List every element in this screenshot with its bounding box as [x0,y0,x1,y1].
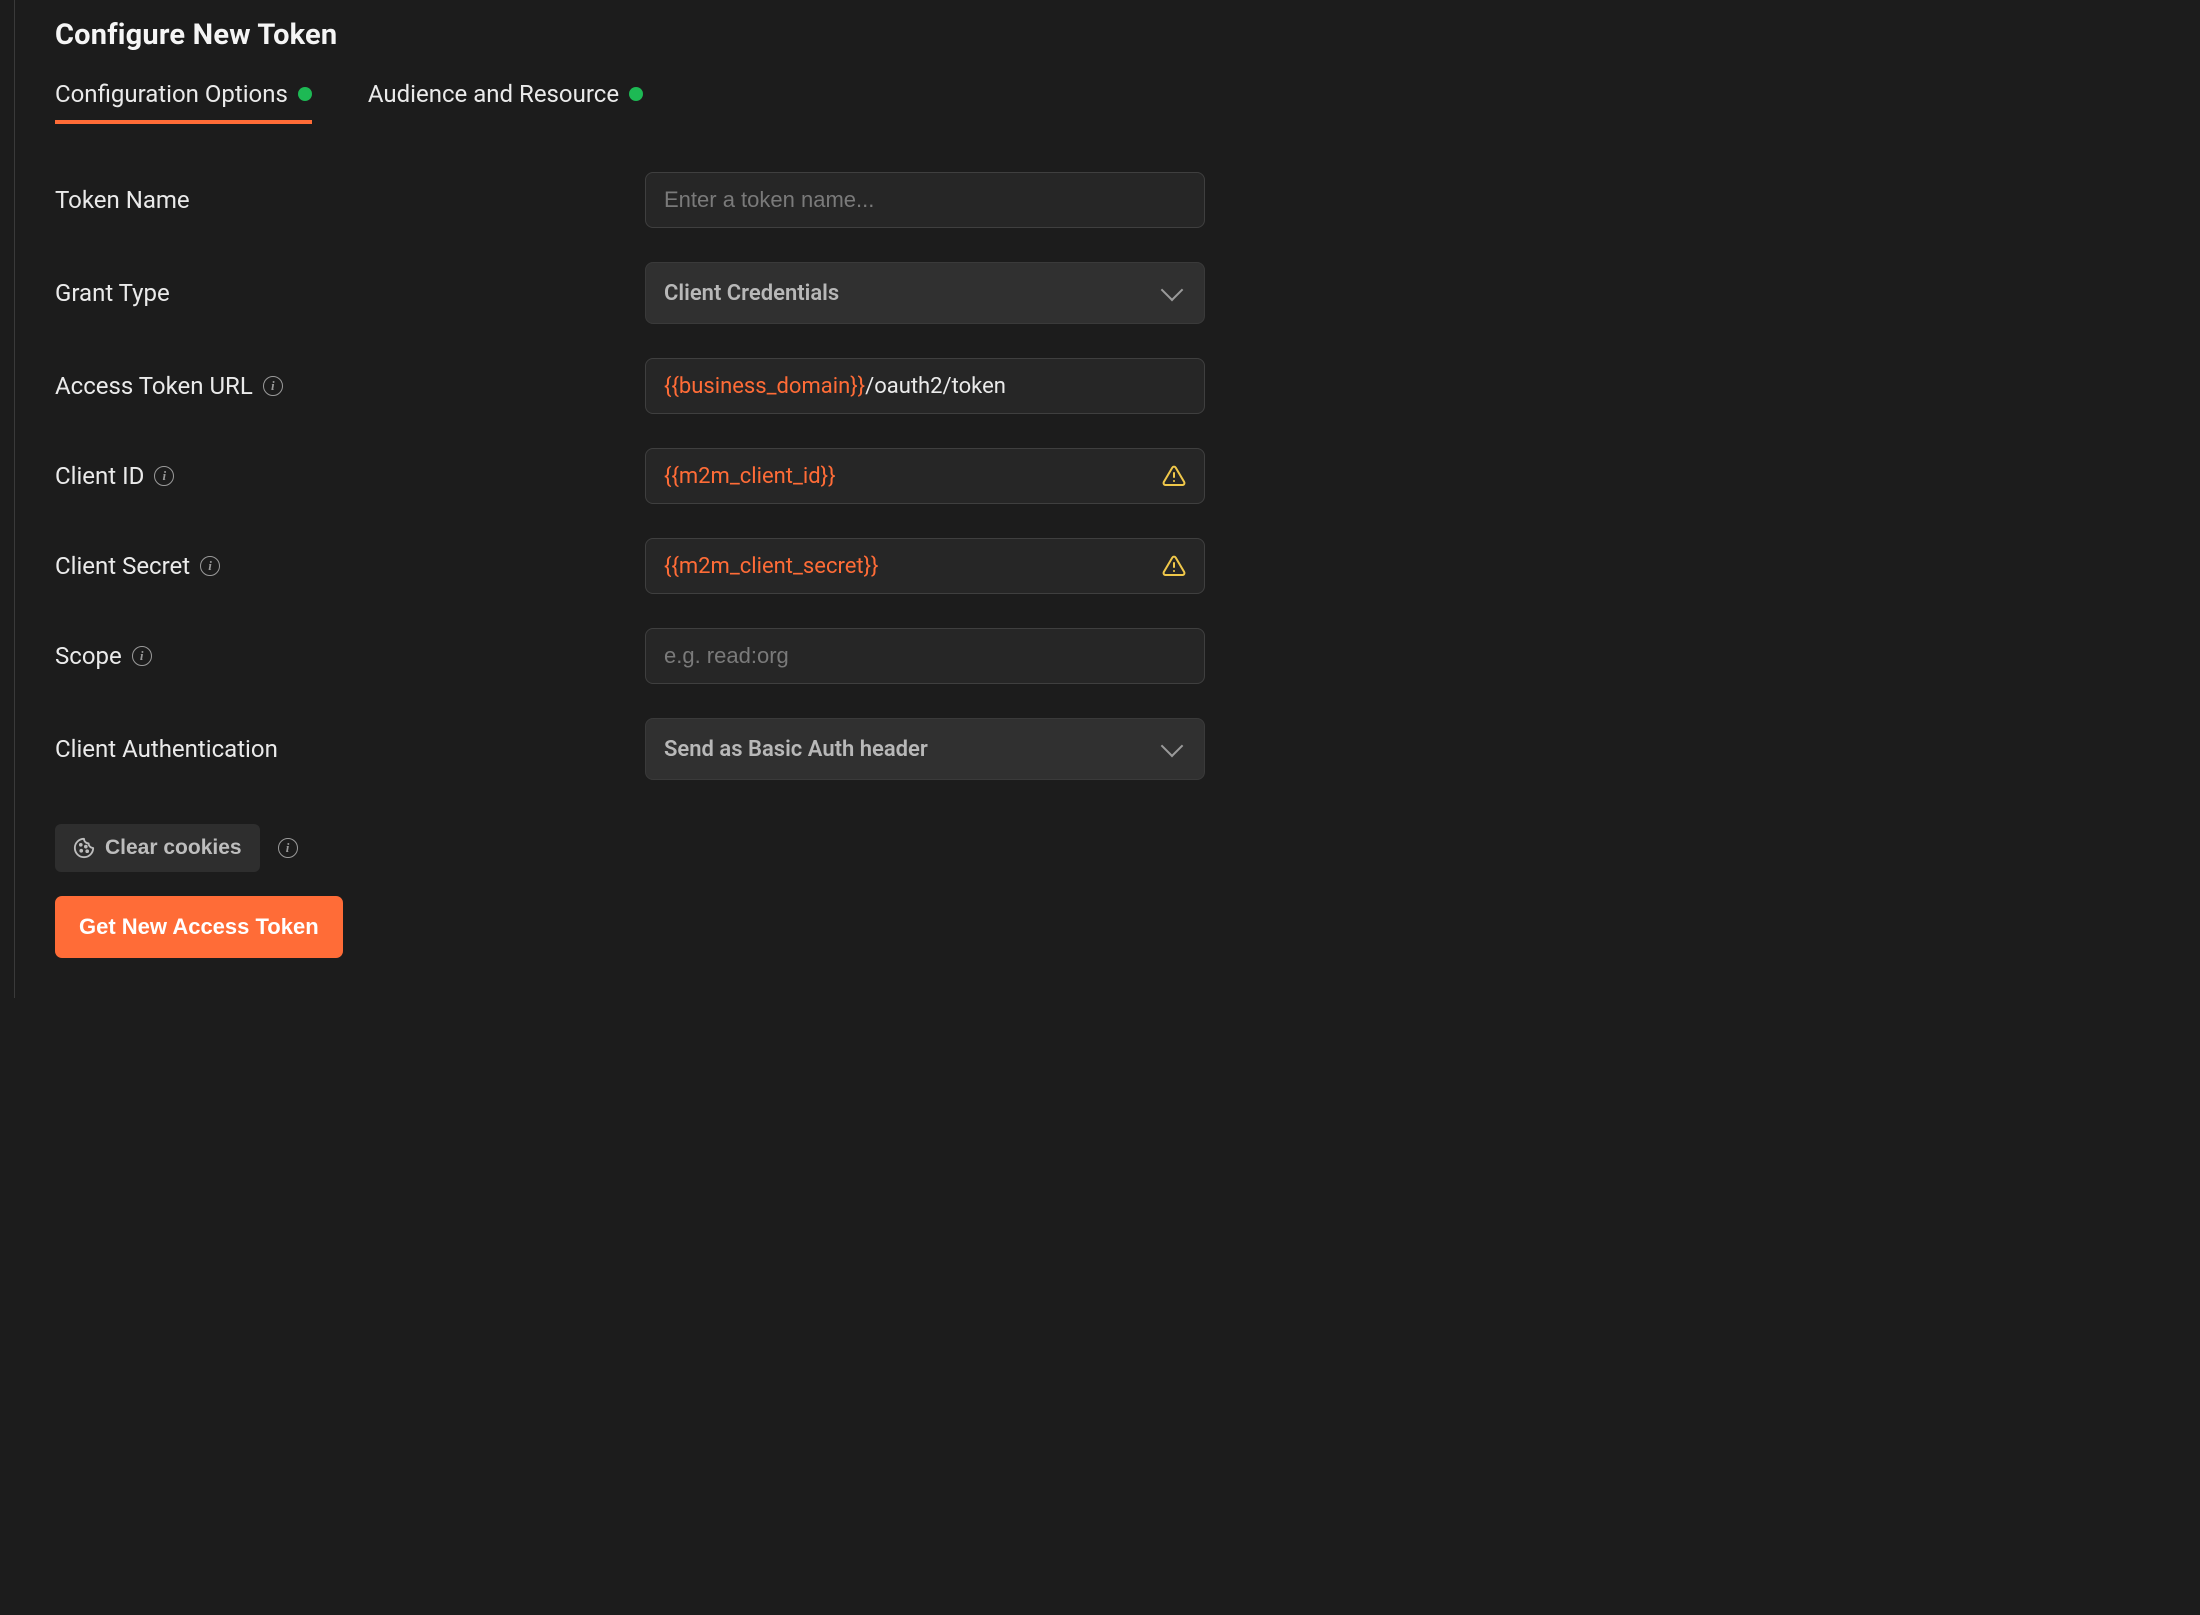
button-label: Get New Access Token [79,914,319,940]
label-text: Client Secret [55,552,190,580]
row-client-auth: Client Authentication Send as Basic Auth… [55,718,2160,780]
label-token-name: Token Name [55,186,645,214]
client-secret-input[interactable]: {{m2m_client_secret}} [645,538,1205,594]
client-auth-select[interactable]: Send as Basic Auth header [645,718,1205,780]
tab-bar: Configuration Options Audience and Resou… [55,80,2160,124]
row-client-secret: Client Secret {{m2m_client_secret}} [55,538,2160,594]
warning-icon [1162,464,1186,488]
clear-cookies-button[interactable]: Clear cookies [55,824,260,872]
tab-audience-resource[interactable]: Audience and Resource [368,80,643,124]
select-value: Send as Basic Auth header [664,737,928,762]
label-text: Grant Type [55,279,170,307]
status-dot-icon [298,87,312,101]
footer-actions: Clear cookies [55,824,2160,872]
scope-input[interactable] [645,628,1205,684]
info-icon[interactable] [154,466,174,486]
row-access-token-url: Access Token URL {{business_domain}}/oau… [55,358,2160,414]
section-title: Configure New Token [55,18,2160,52]
warning-icon [1162,554,1186,578]
label-client-auth: Client Authentication [55,735,645,763]
chevron-down-icon [1161,735,1184,758]
client-id-input[interactable]: {{m2m_client_id}} [645,448,1205,504]
access-token-url-input[interactable]: {{business_domain}}/oauth2/token [645,358,1205,414]
label-client-id: Client ID [55,462,645,490]
variable-token: {{business_domain}} [664,374,865,399]
label-text: Scope [55,642,122,670]
url-suffix: /oauth2/token [865,374,1006,399]
label-client-secret: Client Secret [55,552,645,580]
select-value: Client Credentials [664,281,839,306]
variable-token: {{m2m_client_id}} [664,464,836,489]
label-text: Token Name [55,186,190,214]
row-scope: Scope [55,628,2160,684]
tab-label: Configuration Options [55,80,288,108]
grant-type-select[interactable]: Client Credentials [645,262,1205,324]
variable-token: {{m2m_client_secret}} [664,554,878,579]
get-new-access-token-button[interactable]: Get New Access Token [55,896,343,958]
label-text: Access Token URL [55,372,253,400]
tab-label: Audience and Resource [368,80,619,108]
info-icon[interactable] [263,376,283,396]
row-grant-type: Grant Type Client Credentials [55,262,2160,324]
token-name-input[interactable] [645,172,1205,228]
button-label: Clear cookies [105,836,242,860]
label-scope: Scope [55,642,645,670]
tab-configuration-options[interactable]: Configuration Options [55,80,312,124]
label-text: Client ID [55,462,144,490]
info-icon[interactable] [132,646,152,666]
row-token-name: Token Name [55,172,2160,228]
label-text: Client Authentication [55,735,278,763]
label-access-token-url: Access Token URL [55,372,645,400]
status-dot-icon [629,87,643,101]
label-grant-type: Grant Type [55,279,645,307]
row-client-id: Client ID {{m2m_client_id}} [55,448,2160,504]
info-icon[interactable] [278,838,298,858]
configure-token-panel: Configure New Token Configuration Option… [14,0,2200,998]
cookie-icon [73,837,95,859]
info-icon[interactable] [200,556,220,576]
chevron-down-icon [1161,279,1184,302]
